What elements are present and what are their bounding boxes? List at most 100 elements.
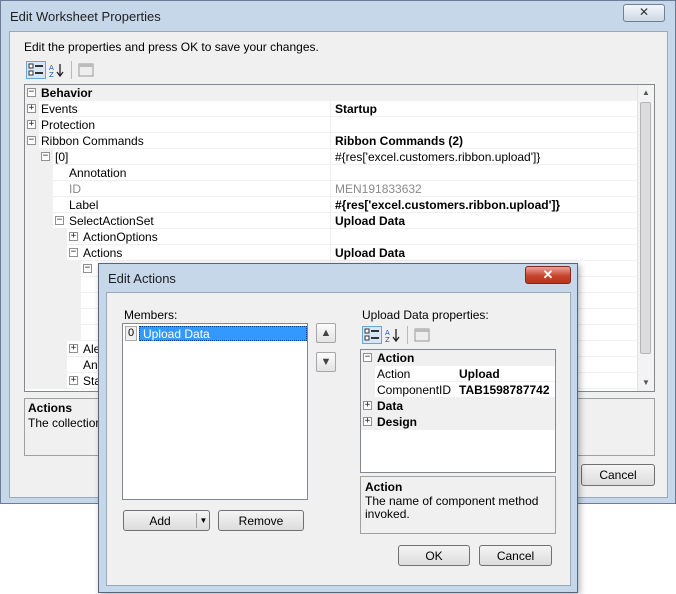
property-pages-button[interactable] xyxy=(412,326,432,344)
property-name: [0] xyxy=(55,150,69,164)
grid-row[interactable]: + Design xyxy=(361,414,555,430)
close-button[interactable]: ✕ xyxy=(623,4,665,22)
property-name: Events xyxy=(41,102,78,116)
action-description-pane: Action The name of component method invo… xyxy=(360,476,556,534)
property-value: Startup xyxy=(335,102,377,116)
property-pages-icon xyxy=(78,63,94,77)
grid-row[interactable]: + Data xyxy=(361,398,555,414)
scroll-down-icon[interactable]: ▼ xyxy=(638,375,654,391)
grid-row[interactable]: Label #{res['excel.customers.ribbon.uplo… xyxy=(25,197,639,213)
property-name: Annotation xyxy=(69,166,127,180)
property-name: SelectActionSet xyxy=(69,214,154,228)
property-value: Upload Data xyxy=(335,246,406,260)
collapse-icon[interactable]: − xyxy=(55,216,64,225)
grid-row[interactable]: − SelectActionSet Upload Data xyxy=(25,213,639,229)
property-name: Actions xyxy=(83,246,123,260)
close-icon: ✕ xyxy=(542,267,554,282)
collapse-icon[interactable]: − xyxy=(27,136,36,145)
property-value: Upload Data xyxy=(335,214,406,228)
close-icon: ✕ xyxy=(638,5,650,19)
property-name: ActionOptions xyxy=(83,230,158,244)
item-label: Upload Data xyxy=(139,326,307,341)
members-list[interactable]: 0 Upload Data xyxy=(122,323,308,500)
expand-icon[interactable]: + xyxy=(69,344,78,353)
property-name: ID xyxy=(69,182,81,196)
grid-row[interactable]: − Actions Upload Data xyxy=(25,245,639,261)
property-value: Upload xyxy=(459,367,500,381)
alphabetical-sort-icon: A Z xyxy=(49,64,64,79)
window-title: Edit Worksheet Properties xyxy=(10,9,161,24)
expand-icon[interactable]: + xyxy=(27,120,36,129)
grid-row[interactable]: + Events Startup xyxy=(25,101,639,117)
action-property-grid[interactable]: − Action Action Upload ComponentID TAB15… xyxy=(360,349,556,473)
grid-row[interactable]: ID MEN191833632 xyxy=(25,181,639,197)
dialog-close-button[interactable]: ✕ xyxy=(525,266,571,284)
scroll-thumb[interactable] xyxy=(640,102,651,354)
description-text: The collection xyxy=(28,416,103,430)
description-title: Actions xyxy=(28,401,73,415)
expand-icon[interactable]: + xyxy=(69,232,78,241)
expand-icon[interactable]: + xyxy=(363,401,372,410)
collapse-icon[interactable]: − xyxy=(363,353,372,362)
alphabetical-sort-icon: A Z xyxy=(385,329,400,344)
property-value: #{res['excel.customers.ribbon.upload']} xyxy=(335,198,561,212)
alphabetical-button[interactable]: A Z xyxy=(383,326,403,344)
cancel-button[interactable]: Cancel xyxy=(581,464,655,486)
svg-text:Z: Z xyxy=(385,336,390,343)
move-down-button[interactable]: ▼ xyxy=(316,352,336,372)
property-name: Ribbon Commands xyxy=(41,134,144,148)
cancel-button[interactable]: Cancel xyxy=(479,545,552,566)
remove-button[interactable]: Remove xyxy=(218,510,304,531)
edit-actions-dialog: Edit Actions ✕ Members: 0 Upload Data ▲ … xyxy=(98,263,578,593)
chevron-down-icon[interactable]: ▼ xyxy=(197,511,210,531)
grid-row[interactable]: Annotation xyxy=(25,165,639,181)
list-item[interactable]: 0 Upload Data xyxy=(125,326,307,341)
grid-row[interactable]: − Ribbon Commands Ribbon Commands (2) xyxy=(25,133,639,149)
property-value: Ribbon Commands (2) xyxy=(335,134,463,148)
add-button[interactable]: Add ▼ xyxy=(123,510,210,531)
grid-row[interactable]: Action Upload xyxy=(361,366,555,382)
collapse-icon[interactable]: − xyxy=(83,264,92,273)
categorized-icon xyxy=(364,328,379,341)
expand-icon[interactable]: + xyxy=(27,104,36,113)
properties-label: Upload Data properties: xyxy=(362,308,489,322)
category-label: Behavior xyxy=(41,86,93,100)
instructions-text: Edit the properties and press OK to save… xyxy=(24,40,319,54)
expand-icon[interactable]: + xyxy=(363,417,372,426)
grid-row[interactable]: − [0] #{res['excel.customers.ribbon.uplo… xyxy=(25,149,639,165)
scroll-up-icon[interactable]: ▲ xyxy=(638,85,654,101)
categorized-icon xyxy=(28,63,43,76)
category-label: Design xyxy=(377,415,418,429)
property-name: ComponentID xyxy=(377,383,452,397)
property-value: #{res['excel.customers.ribbon.upload']} xyxy=(335,150,541,164)
collapse-icon[interactable]: − xyxy=(41,152,50,161)
move-up-button[interactable]: ▲ xyxy=(316,323,336,343)
grid-row[interactable]: ComponentID TAB1598787742 xyxy=(361,382,555,398)
add-button-label: Add xyxy=(149,514,171,528)
grid-scrollbar[interactable]: ▲ ▼ xyxy=(637,85,654,391)
property-pages-button[interactable] xyxy=(76,61,96,79)
description-title: Action xyxy=(365,480,403,494)
categorized-button[interactable] xyxy=(362,326,382,344)
categorized-button[interactable] xyxy=(26,61,46,79)
description-text: The name of component method invoked. xyxy=(365,494,539,521)
arrow-down-icon: ▼ xyxy=(320,356,332,368)
dialog-title: Edit Actions xyxy=(108,271,176,286)
grid-row[interactable]: + Protection xyxy=(25,117,639,133)
grid-row[interactable]: − Action xyxy=(361,350,555,366)
category-label: Data xyxy=(377,399,404,413)
property-name: Label xyxy=(69,198,99,212)
property-name: Protection xyxy=(41,118,96,132)
expand-icon[interactable]: + xyxy=(69,376,78,385)
grid-row[interactable]: − Behavior xyxy=(25,85,639,101)
ok-button[interactable]: OK xyxy=(398,545,470,566)
collapse-icon[interactable]: − xyxy=(69,248,78,257)
item-index: 0 xyxy=(125,326,137,341)
property-name: Action xyxy=(377,367,411,381)
toolbar-divider xyxy=(407,326,408,344)
toolbar-divider xyxy=(71,61,72,79)
members-label: Members: xyxy=(124,308,178,322)
grid-row[interactable]: + ActionOptions xyxy=(25,229,639,245)
collapse-icon[interactable]: − xyxy=(27,88,36,97)
alphabetical-button[interactable]: A Z xyxy=(47,61,67,79)
